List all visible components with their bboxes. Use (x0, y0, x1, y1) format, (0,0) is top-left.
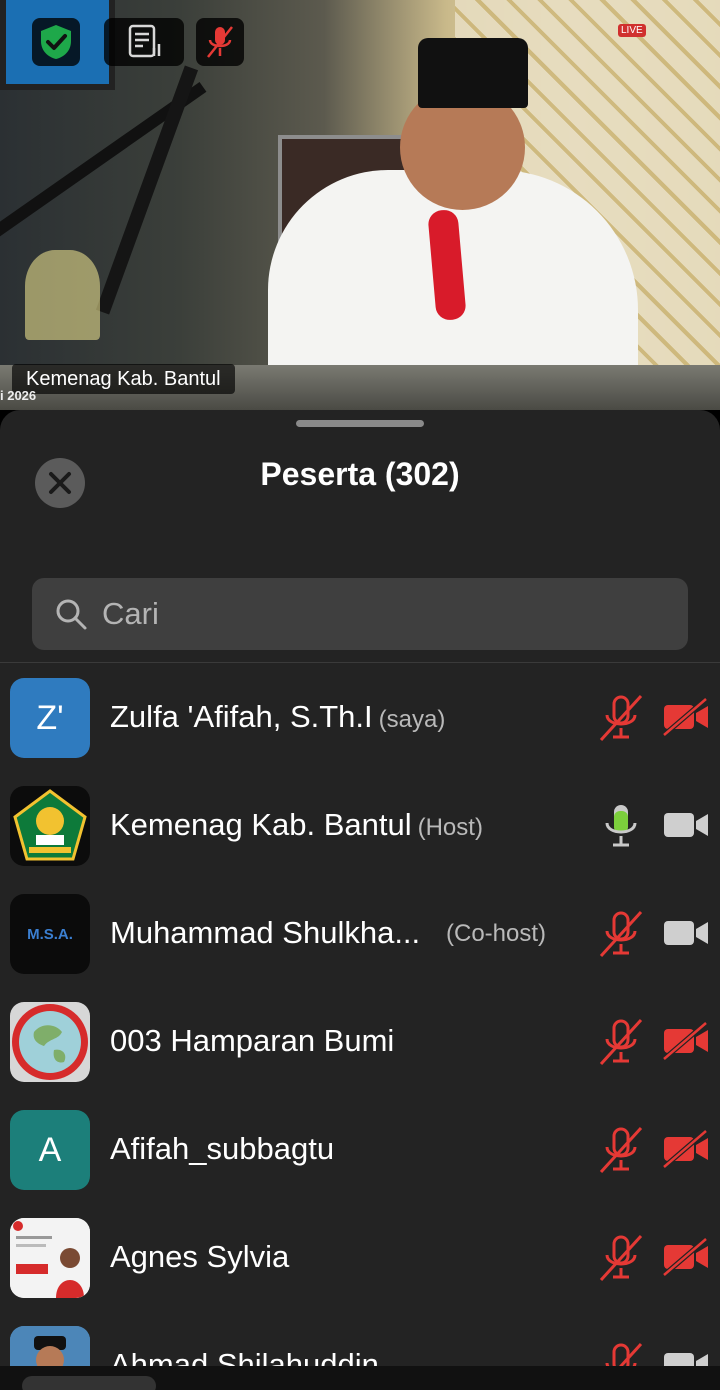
profile-photo-icon (10, 1326, 90, 1366)
participant-row[interactable]: M.S.A. Muhammad Shulkha... (Co-host) (0, 879, 720, 987)
participant-name: 003 Hamparan Bumi (110, 1023, 395, 1058)
globe-map-icon (12, 1004, 88, 1080)
avatar (10, 1326, 90, 1366)
search-icon (56, 599, 87, 630)
participant-role: (Co-host) (446, 920, 547, 947)
participant-list[interactable]: Z' Zulfa 'Afifah, S.Th.I (saya) Kemenag … (0, 663, 720, 1366)
avatar: A (10, 1110, 90, 1190)
participant-name-text: Kemenag Kab. Bantul (110, 807, 412, 842)
participant-name: Muhammad Shulkha... (110, 915, 421, 950)
participant-name: Ahmad Shilahuddin (110, 1347, 379, 1366)
kemenag-logo-icon (13, 789, 87, 861)
speaker-cap (418, 38, 528, 108)
closed-caption-button[interactable] (104, 18, 184, 66)
panel-title: Peserta (302) (260, 456, 460, 492)
speaker-name-label: Kemenag Kab. Bantul (12, 364, 235, 394)
video-off-icon[interactable] (662, 1021, 710, 1061)
avatar (10, 786, 90, 866)
video-on-icon[interactable] (662, 805, 710, 845)
video-off-icon[interactable] (662, 1237, 710, 1277)
avatar: M.S.A. (10, 894, 90, 974)
mic-active-icon[interactable] (598, 801, 644, 851)
participant-row[interactable]: Kemenag Kab. Bantul (Host) (0, 771, 720, 879)
video-off-icon[interactable] (662, 1129, 710, 1169)
video-off-icon[interactable] (662, 697, 710, 737)
profile-photo-icon (10, 1218, 90, 1298)
date-fragment: i 2026 (0, 388, 37, 403)
mic-muted-icon[interactable] (598, 1233, 644, 1283)
participant-name-text: Zulfa 'Afifah, S.Th.I (110, 699, 373, 734)
video-feed: LIVE Kemenag Kab. Bantul i 2026 (0, 0, 720, 410)
trophy (25, 250, 100, 340)
mute-indicator-button[interactable] (196, 18, 244, 66)
bottom-pill (22, 1376, 156, 1390)
avatar-initials: Z' (36, 698, 64, 737)
participant-row[interactable]: Z' Zulfa 'Afifah, S.Th.I (saya) (0, 663, 720, 771)
participant-row[interactable]: Agnes Sylvia (0, 1203, 720, 1311)
transcript-icon (128, 24, 161, 58)
mic-muted-icon[interactable] (598, 1017, 644, 1067)
avatar (10, 1002, 90, 1082)
mic-muted-icon[interactable] (598, 909, 644, 959)
video-on-icon[interactable] (662, 1345, 710, 1366)
avatar: Z' (10, 678, 90, 758)
participant-name: Afifah_subbagtu (110, 1131, 335, 1166)
video-on-icon[interactable] (662, 913, 710, 953)
mic-arm-vertical (95, 65, 199, 315)
avatar-initials: A (38, 1130, 62, 1169)
search-input[interactable]: Cari (32, 578, 688, 650)
mic-muted-icon[interactable] (598, 693, 644, 743)
search-placeholder: Cari (102, 596, 159, 631)
avatar (10, 1218, 90, 1298)
mic-muted-icon[interactable] (598, 1125, 644, 1175)
participant-name: Zulfa 'Afifah, S.Th.I (saya) (110, 697, 445, 740)
live-badge: LIVE (618, 24, 646, 37)
participant-row[interactable]: Ahmad Shilahuddin (0, 1311, 720, 1366)
participants-panel: Peserta (302) Cari Z' Zulfa 'Afifah, S.T… (0, 410, 720, 1390)
mic-off-icon (207, 26, 233, 58)
avatar-initials: M.S.A. (27, 925, 73, 943)
mic-muted-icon[interactable] (598, 1341, 644, 1366)
shield-check-icon (41, 25, 71, 59)
participant-role: (Host) (417, 814, 483, 841)
participant-row[interactable]: 003 Hamparan Bumi (0, 987, 720, 1095)
security-button[interactable] (32, 18, 80, 66)
participant-name: Agnes Sylvia (110, 1239, 290, 1274)
participant-role: (saya) (378, 706, 446, 733)
drag-handle[interactable] (296, 420, 424, 427)
participant-row[interactable]: A Afifah_subbagtu (0, 1095, 720, 1203)
participant-name: Kemenag Kab. Bantul (Host) (110, 805, 483, 848)
